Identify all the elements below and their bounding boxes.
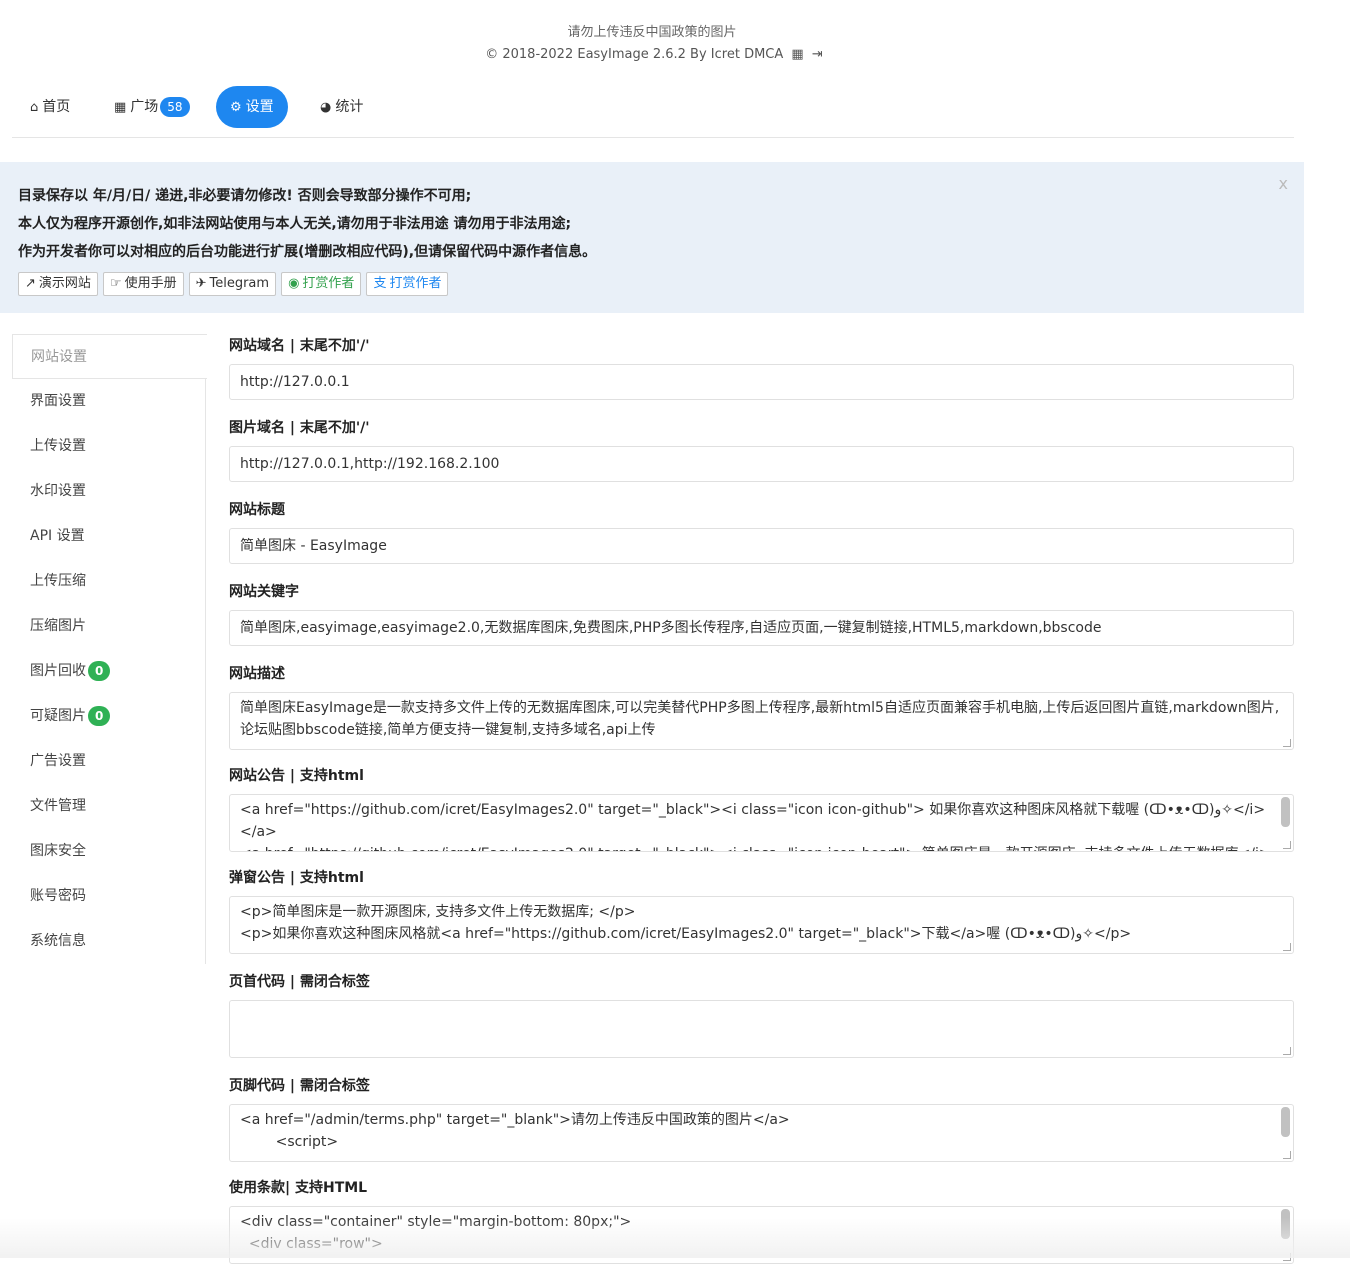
keywords-label: 网站关键字: [229, 584, 299, 600]
plaza-count-badge: 58: [160, 97, 190, 117]
popup-textarea[interactable]: <p>简单图床是一款开源图床, 支持多文件上传无数据库; </p> <p>如果你…: [229, 896, 1294, 954]
donate-alipay-label: 打赏作者: [389, 276, 442, 291]
scrollbar[interactable]: [1281, 797, 1290, 827]
recycle-count-badge: 0: [88, 661, 111, 681]
sidebar-item-recycle[interactable]: 图片回收 0: [12, 649, 205, 694]
site-title-label: 网站标题: [229, 502, 285, 518]
wechat-icon: ◉: [288, 276, 300, 291]
hand-pointer-icon: ☞: [109, 276, 122, 291]
close-icon[interactable]: x: [1279, 174, 1288, 193]
nav-settings[interactable]: ⚙ 设置: [216, 86, 288, 128]
cogs-icon: ⚙: [230, 100, 242, 115]
demo-site-label: 演示网站: [38, 276, 91, 291]
description-textarea[interactable]: 简单图床EasyImage是一款支持多文件上传的无数据库图床,可以完美替代PHP…: [229, 692, 1294, 750]
nav-stats[interactable]: ◕ 统计: [306, 86, 377, 128]
grid-icon: ▦: [114, 100, 127, 115]
resize-handle[interactable]: [1283, 841, 1291, 849]
alert-line-3: 作为开发者你可以对相应的后台功能进行扩展(增删改相应代码),但请保留代码中源作者…: [18, 244, 597, 260]
terms-textarea[interactable]: <div class="container" style="margin-bot…: [229, 1206, 1294, 1264]
alert-line-2: 本人仅为程序开源创作,如非法网站使用与本人无关,请勿用于非法用途 请勿用于非法用…: [18, 216, 572, 232]
alipay-icon: 支: [373, 276, 387, 291]
announcement-label: 网站公告 | 支持html: [229, 768, 364, 784]
donate-wechat-button[interactable]: ◉ 打赏作者: [281, 272, 362, 296]
footer-code-text: <a href="/admin/terms.php" target="_blan…: [240, 1112, 790, 1150]
nav-settings-label: 设置: [245, 99, 274, 115]
site-notice-header: 请勿上传违反中国政策的图片 © 2018-2022 EasyImage 2.6.…: [0, 22, 1304, 66]
settings-sidebar: 网站设置 界面设置 上传设置 水印设置 API 设置 上传压缩 压缩图片 图片回…: [12, 334, 207, 964]
copyright-text: © 2018-2022 EasyImage 2.6.2 By Icret DMC…: [485, 47, 784, 62]
telegram-button[interactable]: ✈ Telegram: [188, 272, 277, 296]
footer-code-textarea[interactable]: <a href="/admin/terms.php" target="_blan…: [229, 1104, 1294, 1162]
demo-site-button[interactable]: ↗ 演示网站: [18, 272, 98, 296]
terms-text: <div class="container" style="margin-bot…: [240, 1214, 632, 1252]
footer-code-label: 页脚代码 | 需闭合标签: [229, 1078, 370, 1094]
sidebar-item-suspicious[interactable]: 可疑图片 0: [12, 694, 205, 739]
sidebar-item-site[interactable]: 网站设置: [12, 334, 207, 379]
keywords-input[interactable]: 简单图床,easyimage,easyimage2.0,无数据库图床,免费图床,…: [229, 610, 1294, 646]
scrollbar[interactable]: [1281, 1107, 1290, 1137]
nav-home-label: 首页: [42, 99, 71, 115]
sidebar-item-upload-compress[interactable]: 上传压缩: [12, 559, 205, 604]
resize-handle[interactable]: [1283, 943, 1291, 951]
sidebar-item-sysinfo[interactable]: 系统信息: [12, 919, 205, 964]
sidebar-item-account[interactable]: 账号密码: [12, 874, 205, 919]
domain-label: 网站域名 | 末尾不加'/': [229, 338, 370, 354]
logout-icon[interactable]: ⇥: [812, 47, 823, 62]
nav-plaza[interactable]: ▦ 广场 58: [100, 86, 204, 128]
img-domain-input[interactable]: http://127.0.0.1,http://192.168.2.100: [229, 446, 1294, 482]
nav-plaza-label: 广场: [130, 99, 159, 115]
site-title-input[interactable]: 简单图床 - EasyImage: [229, 528, 1294, 564]
sidebar-item-watermark[interactable]: 水印设置: [12, 469, 205, 514]
manual-label: 使用手册: [124, 276, 177, 291]
sidebar-item-compress-images[interactable]: 压缩图片: [12, 604, 205, 649]
header-code-label: 页首代码 | 需闭合标签: [229, 974, 370, 990]
resize-handle[interactable]: [1283, 1047, 1291, 1055]
qrcode-icon[interactable]: ▦: [791, 47, 803, 62]
donate-wechat-label: 打赏作者: [302, 276, 355, 291]
alert-line-1: 目录保存以 年/月/日/ 递进,非必要请勿修改! 否则会导致部分操作不可用;: [18, 188, 472, 204]
sidebar-item-recycle-label: 图片回收: [30, 663, 86, 679]
img-domain-label: 图片域名 | 末尾不加'/': [229, 420, 370, 436]
sidebar-item-security[interactable]: 图床安全: [12, 829, 205, 874]
main-nav: ⌂ 首页 ▦ 广场 58 ⚙ 设置 ◕ 统计: [12, 86, 1294, 138]
site-settings-form: 网站域名 | 末尾不加'/' http://127.0.0.1 图片域名 | 末…: [229, 334, 1294, 1264]
alert-buttons: ↗ 演示网站 ☞ 使用手册 ✈ Telegram ◉ 打赏作者 支打赏作者: [18, 272, 1286, 296]
info-alert: x 目录保存以 年/月/日/ 递进,非必要请勿修改! 否则会导致部分操作不可用;…: [0, 162, 1304, 313]
telegram-label: Telegram: [209, 276, 270, 291]
donate-alipay-button[interactable]: 支打赏作者: [366, 272, 449, 296]
home-icon: ⌂: [30, 100, 39, 115]
popup-text: <p>简单图床是一款开源图床, 支持多文件上传无数据库; </p> <p>如果你…: [240, 904, 1132, 942]
nav-home[interactable]: ⌂ 首页: [16, 86, 84, 128]
copyright-line: © 2018-2022 EasyImage 2.6.2 By Icret DMC…: [0, 44, 1304, 66]
header-code-textarea[interactable]: [229, 1000, 1294, 1058]
suspicious-count-badge: 0: [88, 706, 111, 726]
sidebar-item-ads[interactable]: 广告设置: [12, 739, 205, 784]
description-text: 简单图床EasyImage是一款支持多文件上传的无数据库图床,可以完美替代PHP…: [240, 700, 1280, 738]
scrollbar[interactable]: [1281, 1209, 1290, 1239]
policy-notice-link[interactable]: 请勿上传违反中国政策的图片: [0, 22, 1304, 44]
domain-input[interactable]: http://127.0.0.1: [229, 364, 1294, 400]
popup-label: 弹窗公告 | 支持html: [229, 870, 364, 886]
sidebar-item-upload[interactable]: 上传设置: [12, 424, 205, 469]
manual-button[interactable]: ☞ 使用手册: [102, 272, 184, 296]
resize-handle[interactable]: [1283, 1253, 1291, 1261]
resize-handle[interactable]: [1283, 739, 1291, 747]
pie-chart-icon: ◕: [320, 100, 332, 115]
announcement-textarea[interactable]: <a href="https://github.com/icret/EasyIm…: [229, 794, 1294, 852]
sidebar-item-files[interactable]: 文件管理: [12, 784, 205, 829]
announcement-text: <a href="https://github.com/icret/EasyIm…: [240, 802, 1271, 851]
external-link-icon: ↗: [25, 276, 36, 291]
description-label: 网站描述: [229, 666, 285, 682]
terms-label: 使用条款| 支持HTML: [229, 1180, 368, 1196]
telegram-icon: ✈: [195, 276, 207, 291]
sidebar-item-api[interactable]: API 设置: [12, 514, 205, 559]
sidebar-item-ui[interactable]: 界面设置: [12, 379, 205, 424]
nav-stats-label: 统计: [335, 99, 364, 115]
resize-handle[interactable]: [1283, 1151, 1291, 1159]
sidebar-item-suspicious-label: 可疑图片: [30, 708, 86, 724]
